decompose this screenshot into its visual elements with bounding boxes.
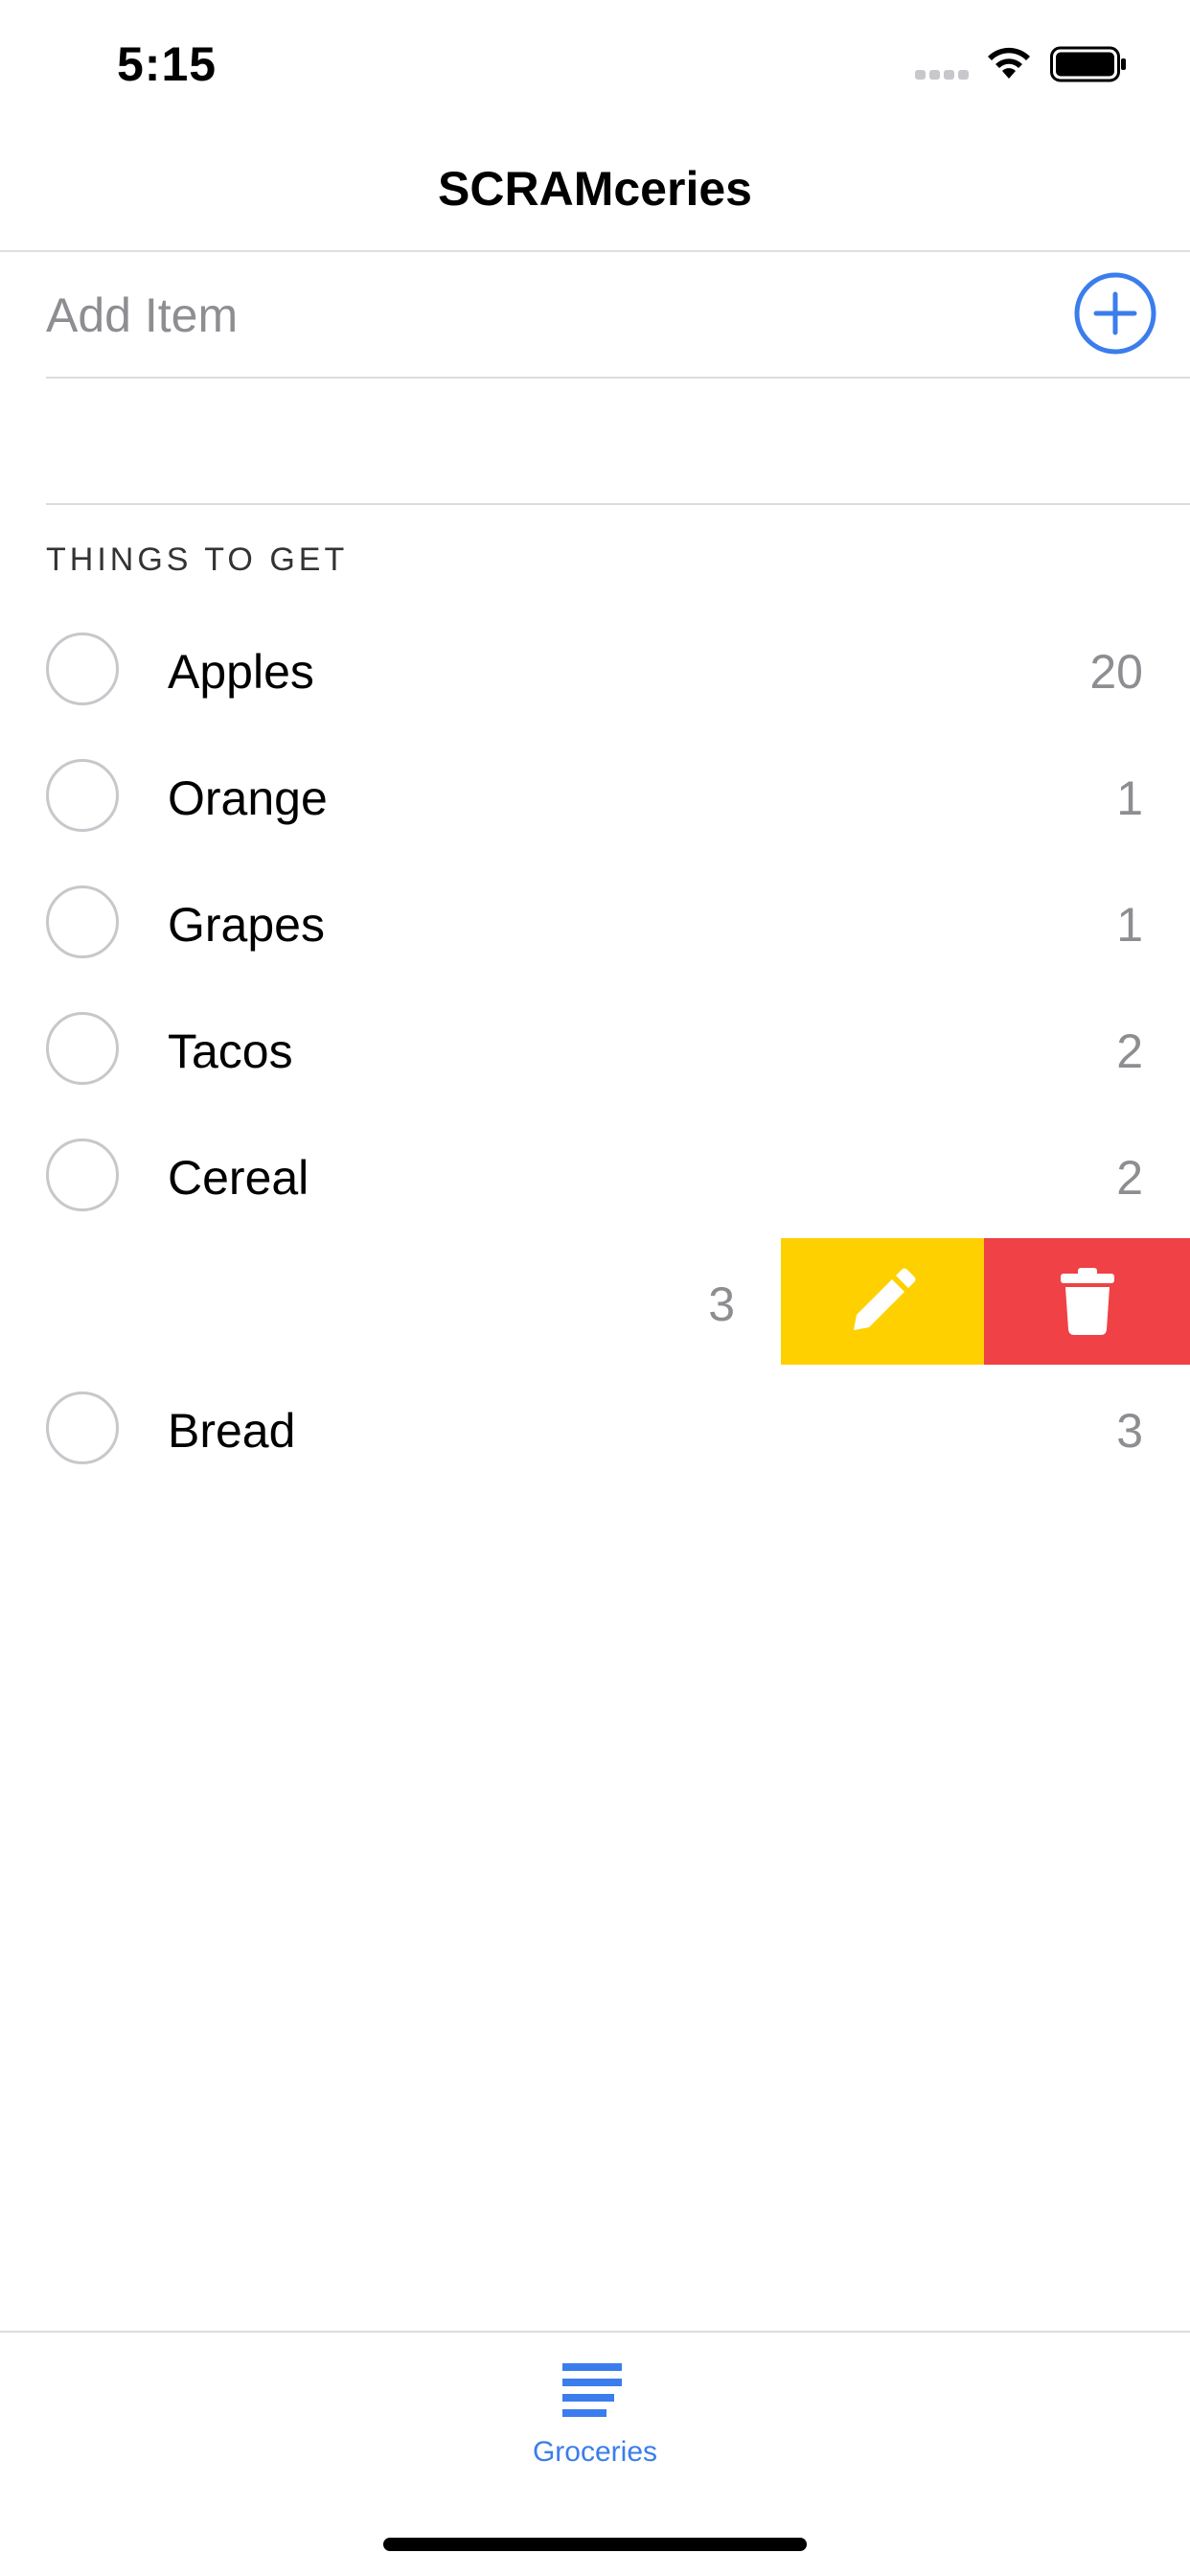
tab-label: Groceries — [532, 2436, 658, 2468]
add-item-input[interactable] — [46, 279, 1042, 352]
status-time: 5:15 — [117, 37, 217, 91]
item-quantity: 2 — [1116, 1024, 1143, 1078]
item-quantity: 20 — [1089, 645, 1143, 699]
delete-button[interactable] — [984, 1238, 1190, 1365]
battery-icon — [1050, 46, 1126, 82]
list-item[interactable]: Cereal 2 — [0, 1112, 1190, 1238]
item-name: Orange — [168, 771, 328, 825]
item-name: Tacos — [168, 1024, 293, 1078]
trash-icon — [1060, 1268, 1114, 1335]
list-item[interactable]: Apples 20 — [0, 606, 1190, 732]
page-title: SCRAMceries — [438, 162, 752, 216]
wifi-icon — [988, 47, 1030, 79]
item-name: Grapes — [168, 898, 325, 952]
item-quantity: 1 — [1116, 771, 1143, 825]
list-item[interactable]: Grapes 1 — [0, 859, 1190, 985]
item-name: Cereal — [168, 1151, 309, 1205]
home-indicator[interactable] — [383, 2538, 807, 2551]
pencil-icon — [854, 1268, 916, 1330]
navigation-bar: SCRAMceries — [0, 126, 1190, 252]
list-item[interactable]: Bread 3 — [0, 1365, 1190, 1491]
plus-circle-icon — [1074, 272, 1156, 355]
add-item-button[interactable] — [1073, 271, 1157, 356]
item-name: Apples — [168, 645, 314, 699]
section-header: THINGS TO GET — [46, 541, 349, 578]
checkbox-circle[interactable] — [46, 759, 119, 832]
checkbox-circle[interactable] — [46, 632, 119, 705]
tab-groceries[interactable]: Groceries — [499, 2333, 691, 2486]
grocery-list: Apples 20 Orange 1 Grapes 1 Tacos 2 Cere… — [0, 606, 1190, 1491]
edit-button[interactable] — [781, 1238, 984, 1365]
item-quantity: 3 — [1116, 1404, 1143, 1458]
checkbox-circle[interactable] — [46, 1012, 119, 1085]
checkbox-circle[interactable] — [46, 1138, 119, 1211]
empty-row — [46, 379, 1190, 505]
item-quantity: 1 — [1116, 898, 1143, 952]
list-icon — [562, 2363, 622, 2417]
item-quantity: 3 — [708, 1277, 735, 1331]
item-quantity: 2 — [1116, 1151, 1143, 1205]
checkbox-circle[interactable] — [46, 1392, 119, 1464]
checkbox-circle[interactable] — [46, 886, 119, 958]
item-name: Bread — [168, 1404, 296, 1458]
screen: 5:15 SCRAMceries Add Item THINGS TO GET … — [0, 0, 1190, 2576]
add-item-row — [46, 252, 1190, 379]
status-bar: 5:15 — [0, 0, 1190, 126]
list-item[interactable]: Orange 1 — [0, 732, 1190, 859]
cellular-signal-icon — [915, 70, 969, 80]
list-item[interactable]: Tacos 2 — [0, 985, 1190, 1112]
list-item-swiped[interactable]: 3 — [0, 1238, 1190, 1365]
